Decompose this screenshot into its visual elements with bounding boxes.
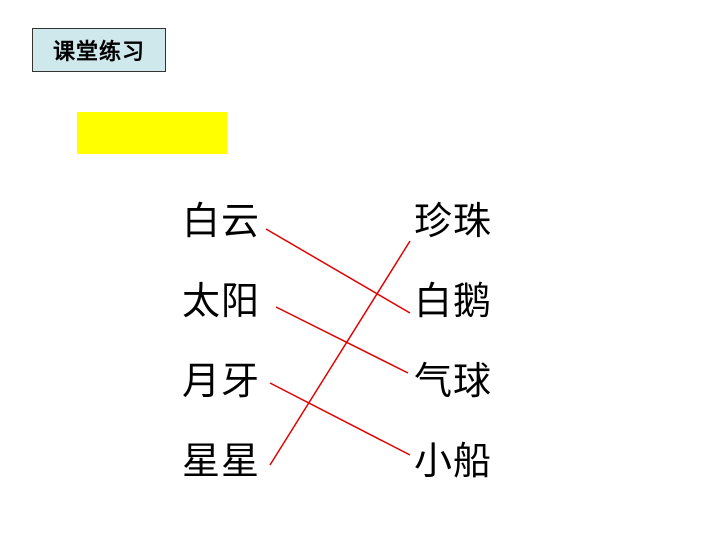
match-line-yueya-xiaochuan: [269, 382, 411, 456]
match-line-baiyun-baie: [265, 228, 411, 314]
left-word-4: 星星: [182, 439, 261, 483]
highlight-block: [77, 112, 227, 154]
left-word-1: 白云: [182, 199, 261, 243]
right-word-1: 珍珠: [414, 199, 493, 243]
left-word-2: 太阳: [182, 279, 261, 323]
right-word-3: 气球: [414, 359, 493, 403]
match-lines: [265, 228, 411, 466]
right-word-4: 小船: [414, 439, 493, 483]
match-line-xingxing-zhenzhu: [269, 240, 411, 466]
right-word-2: 白鹅: [414, 279, 493, 323]
left-word-3: 月牙: [182, 359, 261, 403]
match-line-taiyang-qiqiu: [275, 306, 409, 374]
slide-title: 课堂练习: [32, 28, 166, 72]
